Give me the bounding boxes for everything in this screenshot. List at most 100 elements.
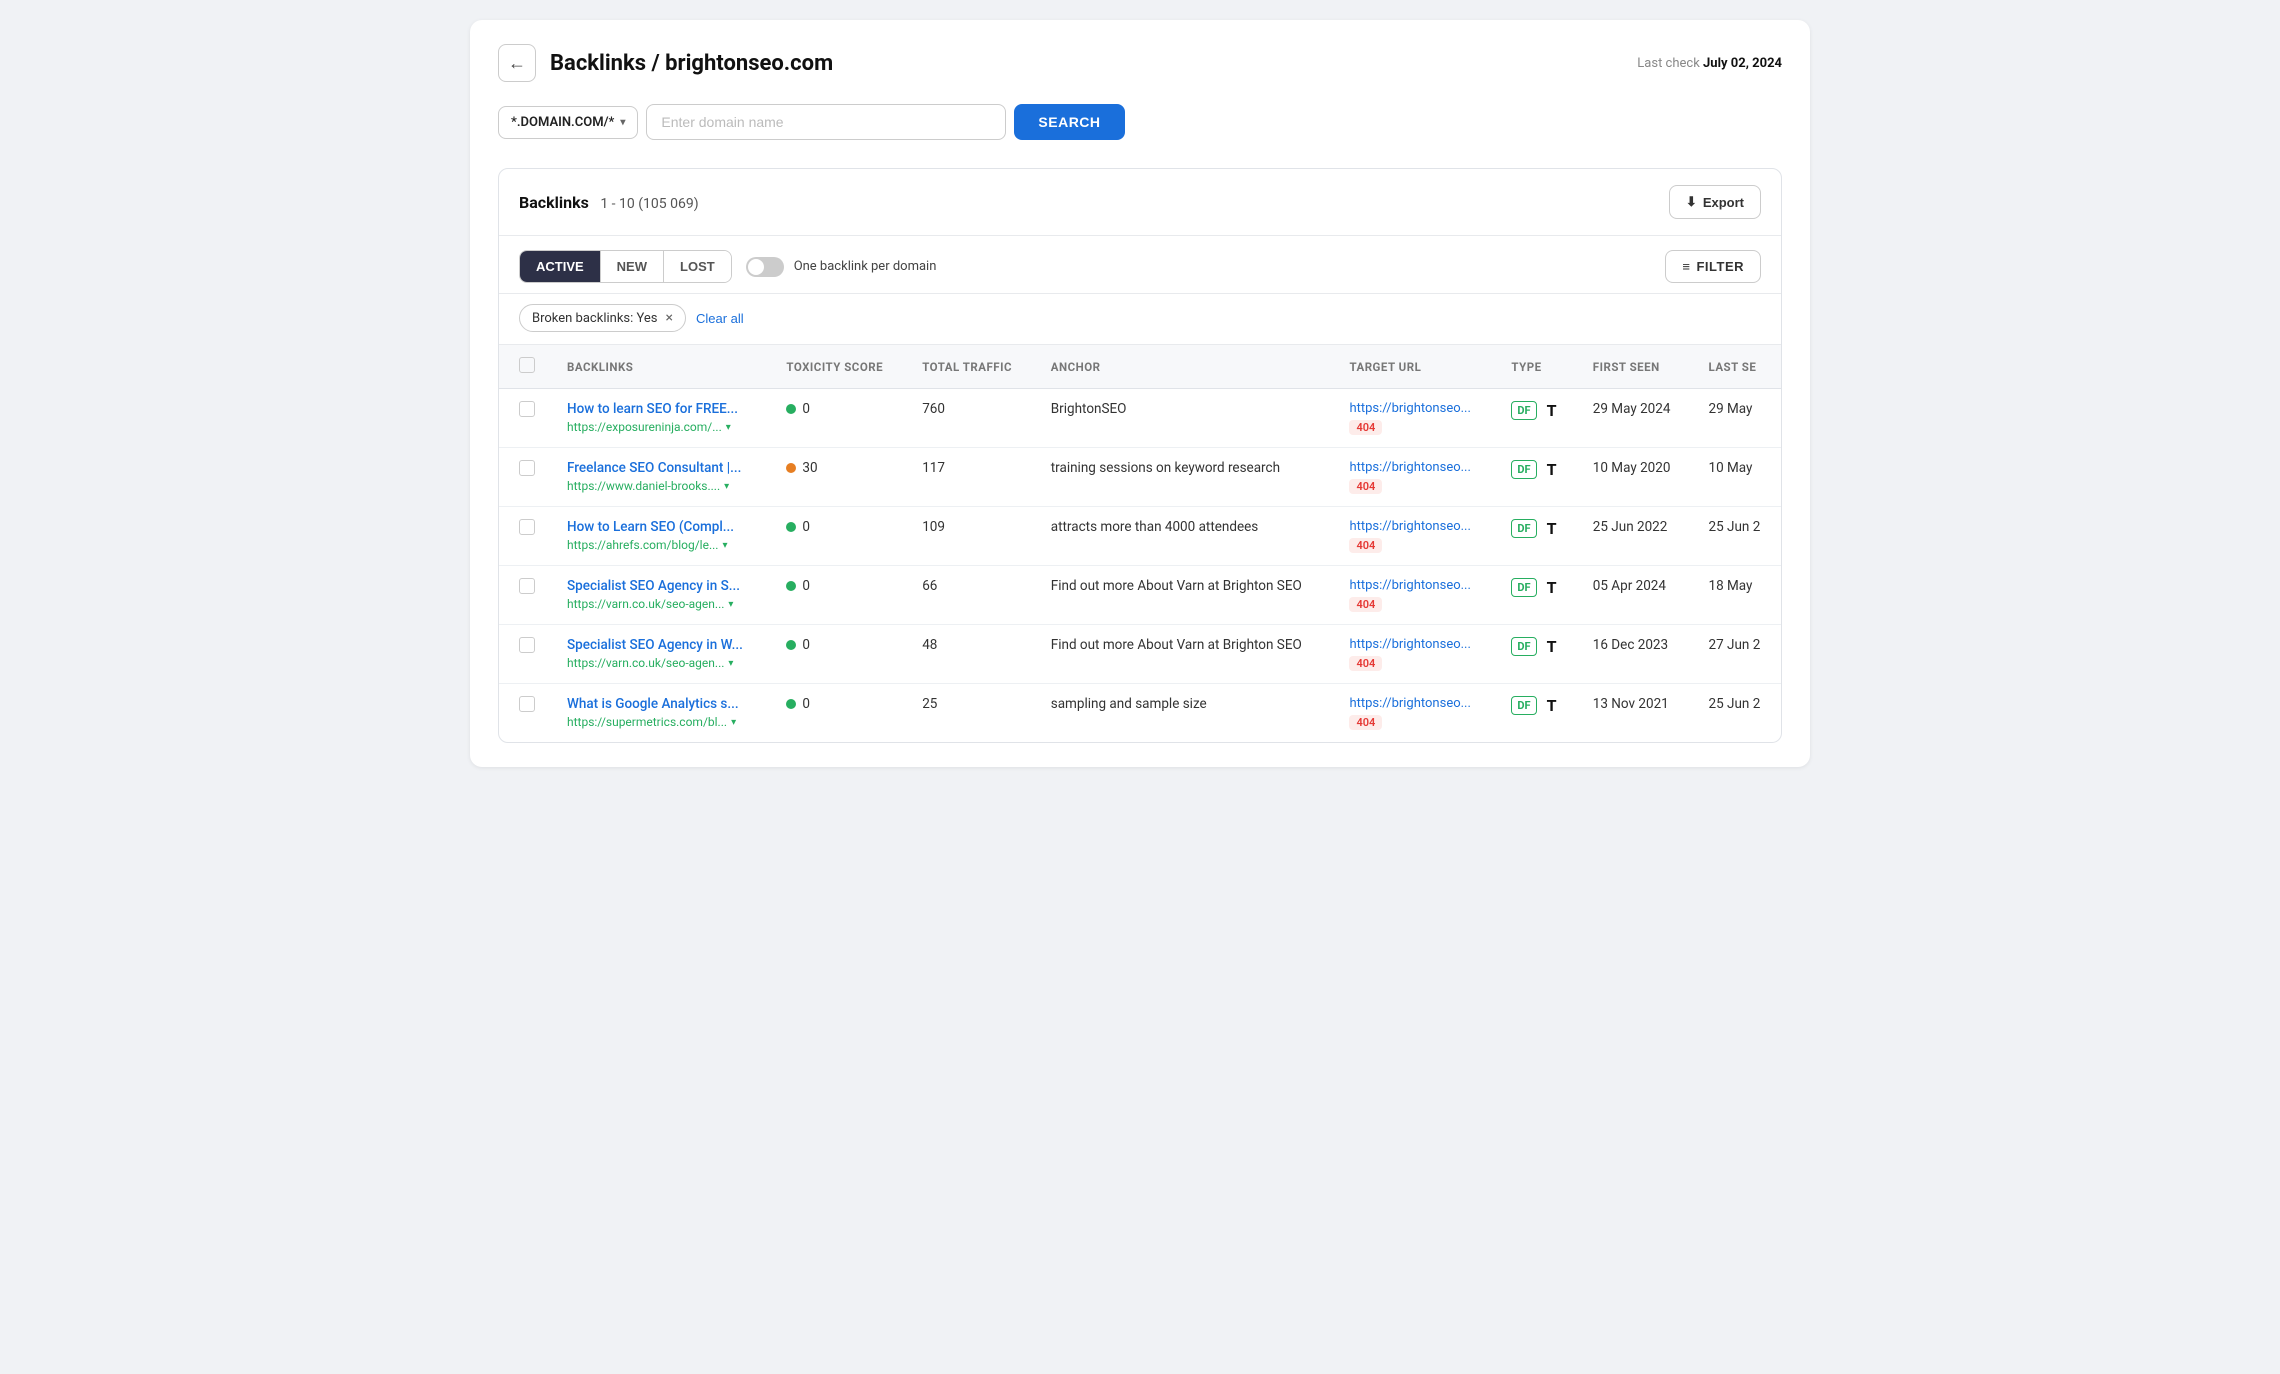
target-url-link[interactable]: https://brightonseo... (1349, 696, 1479, 711)
row-last-seen-cell: 27 Jun 2 (1692, 625, 1781, 684)
main-container: ← Backlinks / brightonseo.com Last check… (470, 20, 1810, 767)
export-button[interactable]: ⬇ Export (1669, 185, 1761, 219)
select-all-checkbox[interactable] (519, 357, 535, 373)
row-last-seen-cell: 18 May (1692, 566, 1781, 625)
type-df-badge: DF (1511, 578, 1536, 597)
backlinks-table: BACKLINKS TOXICITY SCORE TOTAL TRAFFIC A… (499, 345, 1781, 742)
type-t-badge: T (1547, 578, 1557, 597)
header: ← Backlinks / brightonseo.com Last check… (498, 44, 1782, 82)
th-last-seen: LAST SE (1692, 345, 1781, 389)
first-seen-date: 13 Nov 2021 (1593, 696, 1669, 712)
backlink-url: https://varn.co.uk/seo-agen... (567, 597, 724, 611)
anchor-text: BrightonSEO (1051, 401, 1127, 417)
first-seen-date: 10 May 2020 (1593, 460, 1671, 476)
url-dropdown-icon[interactable]: ▾ (724, 481, 729, 492)
type-t-badge: T (1547, 460, 1557, 479)
table-row: How to Learn SEO (Compl... https://ahref… (499, 507, 1781, 566)
first-seen-date: 16 Dec 2023 (1593, 637, 1668, 653)
row-anchor-cell: BrightonSEO (1035, 389, 1334, 448)
table-row: Specialist SEO Agency in S... https://va… (499, 566, 1781, 625)
th-first-seen: FIRST SEEN (1577, 345, 1693, 389)
type-cell: DF T (1511, 696, 1560, 715)
toxicity-cell: 0 (786, 637, 890, 653)
th-toxicity: TOXICITY SCORE (770, 345, 906, 389)
target-url-link[interactable]: https://brightonseo... (1349, 460, 1479, 475)
first-seen-date: 29 May 2024 (1593, 401, 1671, 417)
row-last-seen-cell: 25 Jun 2 (1692, 684, 1781, 743)
last-seen-date: 25 Jun 2 (1708, 519, 1760, 535)
traffic-value: 760 (922, 401, 945, 417)
toggle-backlink-per-domain[interactable] (746, 257, 784, 277)
backlink-title[interactable]: Freelance SEO Consultant |... (567, 460, 754, 476)
row-toxicity-cell: 0 (770, 566, 906, 625)
download-icon: ⬇ (1686, 194, 1697, 210)
type-t-badge: T (1547, 401, 1557, 420)
row-anchor-cell: training sessions on keyword research (1035, 448, 1334, 507)
row-toxicity-cell: 0 (770, 389, 906, 448)
type-df-badge: DF (1511, 460, 1536, 479)
search-button[interactable]: SEARCH (1014, 104, 1124, 140)
target-url-link[interactable]: https://brightonseo... (1349, 519, 1479, 534)
last-seen-date: 18 May (1708, 578, 1752, 594)
domain-select-label: *.DOMAIN.COM/* (511, 115, 614, 130)
row-backlink-cell: Freelance SEO Consultant |... https://ww… (551, 448, 770, 507)
url-dropdown-icon[interactable]: ▾ (728, 658, 733, 669)
row-toxicity-cell: 0 (770, 625, 906, 684)
search-input[interactable] (646, 104, 1006, 140)
traffic-value: 48 (922, 637, 937, 653)
target-url-link[interactable]: https://brightonseo... (1349, 401, 1479, 416)
row-first-seen-cell: 10 May 2020 (1577, 448, 1693, 507)
row-checkbox[interactable] (519, 460, 535, 476)
back-button[interactable]: ← (498, 44, 536, 82)
url-dropdown-icon[interactable]: ▾ (731, 717, 736, 728)
row-traffic-cell: 109 (906, 507, 1035, 566)
page-title: Backlinks / brightonseo.com (550, 51, 833, 76)
url-dropdown-icon[interactable]: ▾ (726, 422, 731, 433)
backlink-title[interactable]: What is Google Analytics s... (567, 696, 754, 712)
traffic-value: 25 (922, 696, 937, 712)
row-first-seen-cell: 05 Apr 2024 (1577, 566, 1693, 625)
backlink-title[interactable]: How to learn SEO for FREE... (567, 401, 754, 417)
domain-select[interactable]: *.DOMAIN.COM/* ▾ (498, 106, 638, 139)
section-title: Backlinks (519, 193, 589, 212)
backlinks-section: Backlinks 1 - 10 (105 069) ⬇ Export ACTI… (498, 168, 1782, 743)
clear-all-button[interactable]: Clear all (696, 311, 744, 326)
row-traffic-cell: 48 (906, 625, 1035, 684)
remove-filter-icon[interactable]: × (666, 310, 673, 326)
row-toxicity-cell: 0 (770, 684, 906, 743)
row-backlink-cell: What is Google Analytics s... https://su… (551, 684, 770, 743)
row-checkbox[interactable] (519, 637, 535, 653)
tab-active[interactable]: ACTIVE (520, 251, 601, 282)
tab-lost[interactable]: LOST (664, 251, 731, 282)
filter-button[interactable]: ≡ FILTER (1665, 250, 1761, 283)
anchor-text: training sessions on keyword research (1051, 460, 1280, 476)
badge-404: 404 (1349, 538, 1382, 553)
row-type-cell: DF T (1495, 448, 1576, 507)
row-checkbox[interactable] (519, 696, 535, 712)
row-checkbox[interactable] (519, 519, 535, 535)
search-bar: *.DOMAIN.COM/* ▾ SEARCH (498, 104, 1782, 140)
url-dropdown-icon[interactable]: ▾ (728, 599, 733, 610)
row-checkbox-cell (499, 389, 551, 448)
backlink-title[interactable]: Specialist SEO Agency in W... (567, 637, 754, 653)
url-dropdown-icon[interactable]: ▾ (722, 540, 727, 551)
row-anchor-cell: Find out more About Varn at Brighton SEO (1035, 566, 1334, 625)
row-checkbox[interactable] (519, 578, 535, 594)
backlink-url-row: https://www.daniel-brooks.... ▾ (567, 479, 754, 493)
row-traffic-cell: 25 (906, 684, 1035, 743)
row-type-cell: DF T (1495, 389, 1576, 448)
row-checkbox[interactable] (519, 401, 535, 417)
row-backlink-cell: Specialist SEO Agency in W... https://va… (551, 625, 770, 684)
target-url-link[interactable]: https://brightonseo... (1349, 637, 1479, 652)
backlink-title[interactable]: How to Learn SEO (Compl... (567, 519, 754, 535)
target-url-link[interactable]: https://brightonseo... (1349, 578, 1479, 593)
toxicity-value: 0 (802, 519, 810, 535)
backlink-title[interactable]: Specialist SEO Agency in S... (567, 578, 754, 594)
traffic-value: 109 (922, 519, 945, 535)
row-anchor-cell: attracts more than 4000 attendees (1035, 507, 1334, 566)
backlink-url-row: https://supermetrics.com/bl... ▾ (567, 715, 754, 729)
tab-new[interactable]: NEW (601, 251, 664, 282)
last-seen-date: 29 May (1708, 401, 1752, 417)
type-t-badge: T (1547, 637, 1557, 656)
export-label: Export (1703, 195, 1744, 210)
